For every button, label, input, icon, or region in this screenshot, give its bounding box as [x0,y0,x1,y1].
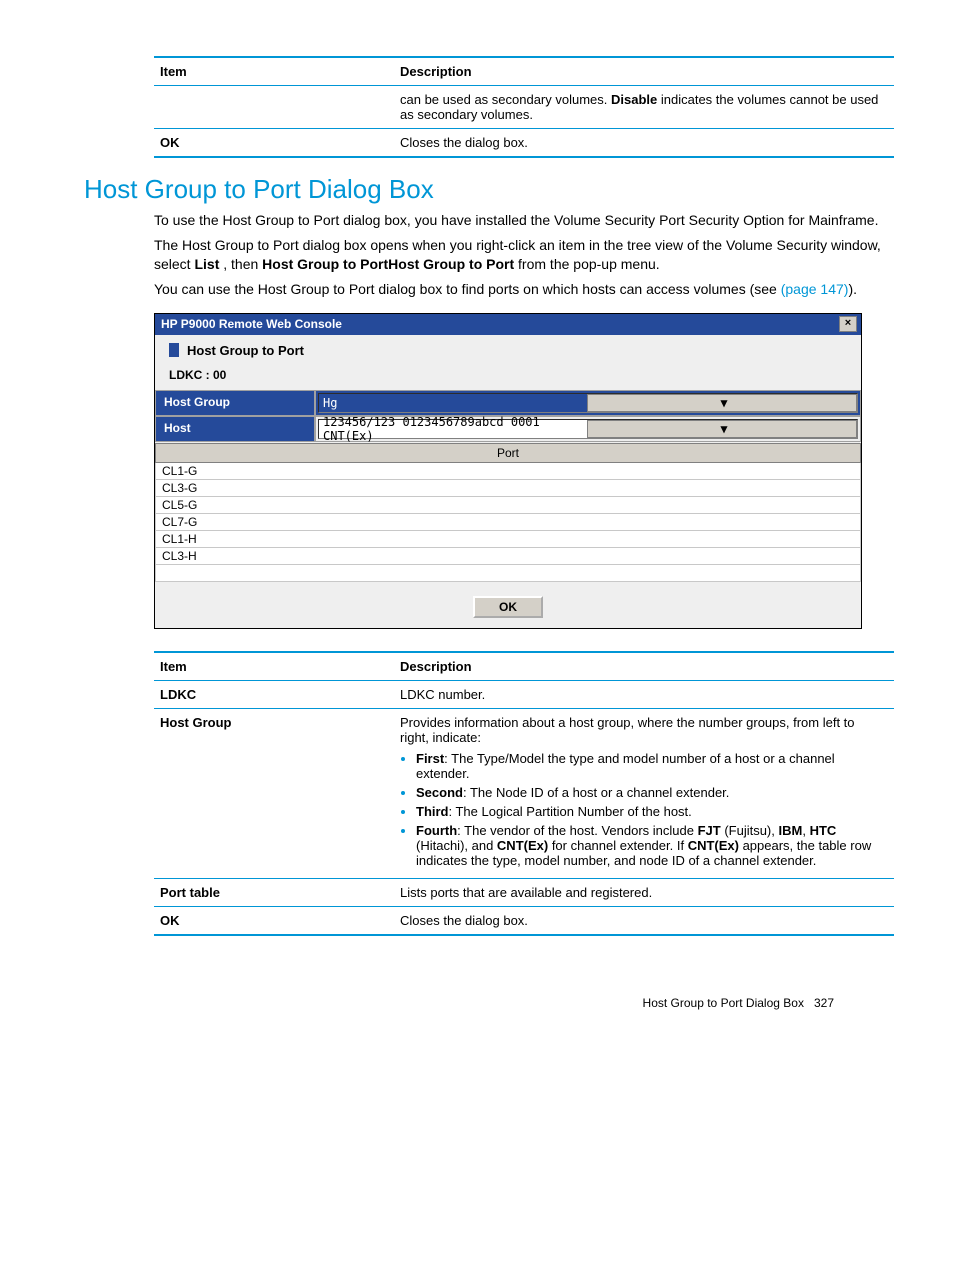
table-header-description: Description [394,652,894,681]
dialog-header: Host Group to Port [155,335,861,364]
table-row: Port table Lists ports that are availabl… [154,878,894,906]
host-row: Host 123456/123 0123456789abcd 0001 CNT(… [155,416,861,442]
description-list: First: The Type/Model the type and model… [400,751,886,868]
chevron-down-icon[interactable]: ▼ [587,420,857,438]
host-group-dropdown[interactable]: Hg ▼ [318,393,858,413]
page-footer: Host Group to Port Dialog Box 327 [60,996,834,1010]
paragraph: To use the Host Group to Port dialog box… [154,211,894,230]
dialog-title: HP P9000 Remote Web Console [161,317,342,331]
table-row: CL3-H [156,547,861,564]
cell-item: OK [154,129,394,158]
ldkc-label: LDKC : 00 [155,364,861,390]
header-marker-icon [169,343,179,357]
table-row: OK Closes the dialog box. [154,129,894,158]
list-item: Second: The Node ID of a host or a chann… [416,785,886,800]
dialog-screenshot: HP P9000 Remote Web Console × Host Group… [154,313,862,629]
table-row: LDKC LDKC number. [154,680,894,708]
table-row [156,564,861,581]
port-table: Port CL1-G CL3-G CL5-G CL7-G CL1-H CL3-H [155,443,861,582]
host-group-label: Host Group [155,390,315,416]
list-item: Fourth: The vendor of the host. Vendors … [416,823,886,868]
page-number: 327 [814,996,834,1010]
table-header-description: Description [394,57,894,86]
page-link[interactable]: (page 147) [781,281,849,297]
paragraph: You can use the Host Group to Port dialo… [154,280,894,299]
top-item-description-table: Item Description can be used as secondar… [154,56,894,158]
table-row: CL1-H [156,530,861,547]
table-row: Host Group Provides information about a … [154,708,894,878]
table-row: can be used as secondary volumes. Disabl… [154,86,894,129]
host-label: Host [155,416,315,442]
table-row: CL5-G [156,496,861,513]
table-row: OK Closes the dialog box. [154,906,894,935]
cell-description: Closes the dialog box. [394,129,894,158]
host-group-row: Host Group Hg ▼ [155,390,861,416]
list-item: First: The Type/Model the type and model… [416,751,886,781]
table-header-item: Item [154,652,394,681]
list-item: Third: The Logical Partition Number of t… [416,804,886,819]
ok-button[interactable]: OK [473,596,543,618]
bottom-item-description-table: Item Description LDKC LDKC number. Host … [154,651,894,936]
cell-description: can be used as secondary volumes. Disabl… [394,86,894,129]
host-dropdown[interactable]: 123456/123 0123456789abcd 0001 CNT(Ex) ▼ [318,419,858,439]
table-row: CL1-G [156,462,861,479]
port-table-header: Port [156,443,861,462]
section-heading: Host Group to Port Dialog Box [84,174,894,205]
dialog-footer: OK [155,582,861,628]
table-row: CL7-G [156,513,861,530]
close-icon[interactable]: × [839,316,857,332]
cell-item [154,86,394,129]
paragraph: The Host Group to Port dialog box opens … [154,236,894,274]
chevron-down-icon[interactable]: ▼ [587,394,857,412]
dialog-titlebar: HP P9000 Remote Web Console × [155,314,861,335]
table-header-item: Item [154,57,394,86]
table-row: CL3-G [156,479,861,496]
